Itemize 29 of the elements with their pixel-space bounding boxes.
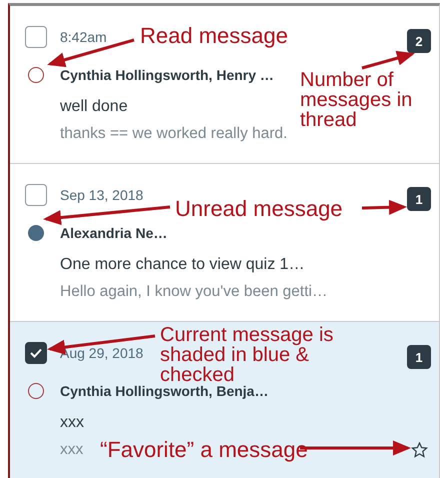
star-icon[interactable]	[410, 442, 428, 458]
annotation-arrow	[362, 50, 415, 70]
message-count-badge: 2	[407, 29, 431, 53]
message-preview: Hello again, I know you've been getti…	[60, 283, 328, 301]
participants: Cynthia Hollingsworth, Henry …	[60, 67, 274, 83]
annotation-text: “Favorite” a message	[100, 438, 308, 462]
checkbox[interactable]	[25, 26, 47, 48]
checkbox[interactable]	[25, 184, 47, 206]
participants: Alexandria Ne…	[60, 225, 168, 241]
message-subject: xxx	[60, 414, 84, 432]
message-preview: xxx	[60, 441, 84, 459]
checkbox[interactable]	[25, 342, 47, 364]
message-subject: One more chance to view quiz 1…	[60, 256, 305, 274]
message-subject: well done	[60, 98, 128, 116]
message-date: 8:42am	[60, 28, 107, 45]
unread-dot[interactable]	[28, 225, 44, 241]
annotation-text: Number of messages in thread	[300, 70, 414, 130]
message-count-badge: 1	[407, 345, 431, 369]
annotation-text: Read message	[140, 24, 288, 48]
checkmark-icon	[30, 348, 42, 358]
read-status-circle[interactable]	[28, 383, 44, 399]
annotation-arrow	[362, 200, 407, 215]
participants: Cynthia Hollingsworth, Benja…	[60, 383, 268, 399]
annotation-text: Unread message	[175, 197, 343, 221]
message-count-badge: 1	[407, 187, 431, 211]
message-date: Sep 13, 2018	[60, 186, 144, 203]
message-preview: thanks == we worked really hard.	[60, 125, 288, 143]
annotation-text: Current message is shaded in blue & checked	[160, 325, 334, 385]
read-status-circle[interactable]	[28, 67, 44, 83]
